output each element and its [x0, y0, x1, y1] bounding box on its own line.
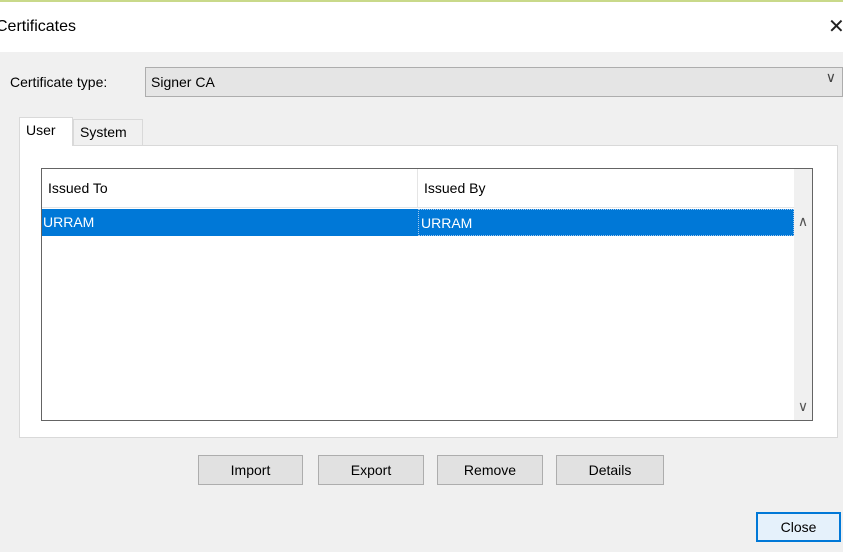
tab-system[interactable]: System: [73, 119, 143, 145]
certificate-type-label: Certificate type:: [10, 74, 108, 90]
tab-user-label: User: [26, 122, 56, 138]
user-tab-panel: Issued To Issued By URRAM URRAM ∧ ∨: [19, 145, 838, 438]
close-icon[interactable]: ✕: [828, 14, 843, 38]
certificates-dialog: Certificates ✕ Certificate type: Signer …: [0, 0, 843, 552]
tab-user[interactable]: User: [19, 117, 73, 146]
cell-issued-to: URRAM: [43, 214, 95, 230]
scroll-down-icon[interactable]: ∨: [794, 394, 812, 420]
tab-system-label: System: [80, 124, 127, 140]
certificate-list[interactable]: Issued To Issued By URRAM URRAM ∧ ∨: [41, 168, 813, 421]
list-header: Issued To Issued By: [42, 169, 794, 208]
remove-button[interactable]: Remove: [437, 455, 543, 485]
certificate-type-select[interactable]: Signer CA ∨: [145, 67, 843, 97]
chevron-down-icon: ∨: [825, 70, 836, 86]
scroll-up-icon[interactable]: ∧: [794, 209, 812, 235]
vertical-scrollbar[interactable]: ∧ ∨: [794, 169, 812, 420]
table-row[interactable]: URRAM URRAM: [42, 209, 794, 236]
cell-issued-by: URRAM: [418, 209, 794, 236]
certificate-type-value: Signer CA: [151, 74, 215, 90]
close-button[interactable]: Close: [756, 512, 841, 542]
import-button[interactable]: Import: [198, 455, 303, 485]
details-button[interactable]: Details: [556, 455, 664, 485]
dialog-title: Certificates: [0, 18, 77, 35]
column-header-issued-to[interactable]: Issued To: [42, 169, 418, 207]
title-bar: Certificates ✕: [0, 0, 843, 52]
column-header-issued-by[interactable]: Issued By: [418, 169, 794, 207]
export-button[interactable]: Export: [318, 455, 424, 485]
